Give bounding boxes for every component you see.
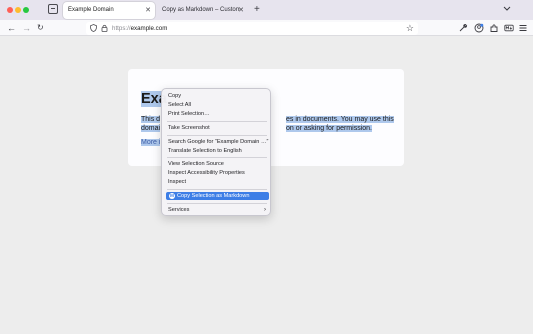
menu-item-label: Services [168,207,190,213]
menu-item-search-google[interactable]: Search Google for “Example Domain …” [166,138,269,146]
back-button[interactable]: ← [7,20,16,36]
more-information-link[interactable]: More i [141,138,161,147]
menu-item-print-selection[interactable]: Print Selection… [166,110,269,118]
close-tab-icon[interactable]: ✕ [145,2,151,19]
chevron-right-icon: › [264,207,266,213]
menu-separator [167,157,267,158]
close-tab-icon[interactable]: ✕ [238,2,244,19]
navigation-toolbar: ← → ↻ https://example.com ☆ [0,20,533,36]
tab-example-domain[interactable]: Example Domain ✕ [63,2,155,19]
close-window-button[interactable] [7,7,13,13]
tab-copy-as-markdown[interactable]: Copy as Markdown – Custom Format ✕ [157,2,248,19]
tab-label: Example Domain [68,7,114,13]
markdown-icon: M [169,193,175,199]
tab-manager-icon[interactable] [48,4,58,14]
extensions-icon[interactable] [489,23,499,33]
menu-item-inspect[interactable]: Inspect [166,178,269,186]
paragraph-line-1-start: This d [141,116,161,123]
url-text[interactable]: https://example.com [112,22,167,35]
paragraph-line-2-start: domai [141,124,161,132]
context-menu: Copy Select All Print Selection… Take Sc… [161,88,271,216]
menu-item-label: Copy Selection as Markdown [177,193,250,199]
menu-item-copy-selection-as-markdown[interactable]: M Copy Selection as Markdown [166,192,269,200]
url-bar[interactable]: https://example.com ☆ [86,22,418,35]
paragraph-line-2-end: on or asking for permission. [286,124,372,132]
menu-item-view-selection-source[interactable]: View Selection Source [166,160,269,168]
shield-icon[interactable] [90,24,97,32]
menu-item-translate-selection[interactable]: Translate Selection to English [166,147,269,155]
menu-item-copy[interactable]: Copy [166,92,269,100]
new-tab-button[interactable]: + [254,2,260,18]
markdown-extension-icon[interactable] [504,23,514,33]
menu-item-take-screenshot[interactable]: Take Screenshot [166,124,269,132]
menu-separator [167,203,267,204]
wrench-icon[interactable] [458,23,468,33]
forward-button[interactable]: → [22,20,31,36]
lock-icon[interactable] [101,24,108,32]
menu-separator [167,188,267,190]
tab-label: Copy as Markdown – Custom Format [162,7,240,13]
chevron-down-icon[interactable] [503,4,511,12]
menu-item-services[interactable]: Services › [166,206,269,214]
minimize-window-button[interactable] [15,7,21,13]
zoom-window-button[interactable] [23,7,29,13]
tab-strip: Example Domain ✕ Copy as Markdown – Cust… [0,0,533,20]
menu-item-inspect-accessibility[interactable]: Inspect Accessibility Properties [166,169,269,177]
account-icon[interactable] [474,23,484,33]
menu-icon[interactable] [518,23,528,33]
reload-button[interactable]: ↻ [37,20,44,36]
menu-separator [167,134,267,136]
menu-item-select-all[interactable]: Select All [166,101,269,109]
paragraph-line-1-end: es in documents. You may use this [286,116,394,123]
menu-separator [167,120,267,122]
bookmark-star-icon[interactable]: ☆ [406,22,414,35]
